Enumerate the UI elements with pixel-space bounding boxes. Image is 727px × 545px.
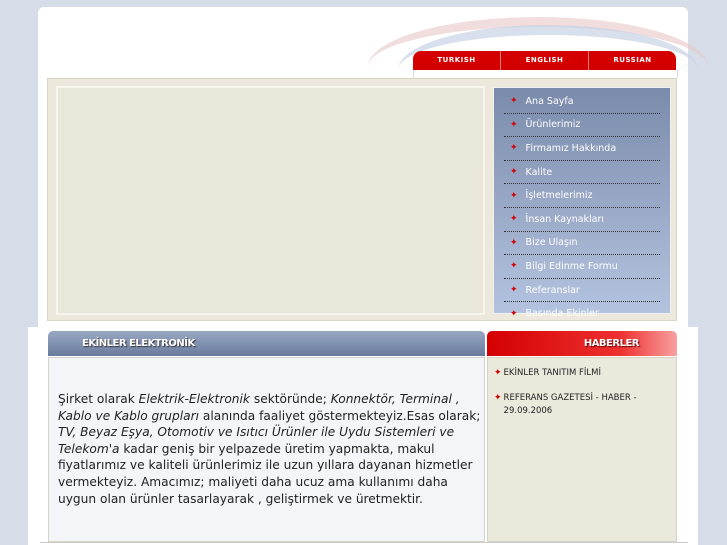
bullet-icon: ✦ <box>494 368 502 378</box>
bullet-icon: ✦ <box>510 261 518 272</box>
bullet-icon: ✦ <box>510 143 518 154</box>
bullet-icon: ✦ <box>510 96 518 107</box>
bullet-icon: ✦ <box>494 393 502 403</box>
menu-item-label: Basında Ekinler <box>525 308 599 320</box>
about-header: EKİNLER ELEKTRONİK <box>48 331 485 356</box>
about-text: Şirket olarak Elektrik-Elektronik sektör… <box>48 357 485 542</box>
tab-english[interactable]: ENGLISH <box>501 51 589 70</box>
tab-turkish[interactable]: TURKISH <box>413 51 501 70</box>
footer-divider <box>40 542 688 543</box>
tab-strip <box>413 70 678 78</box>
news-header: HABERLER <box>487 331 677 356</box>
news-list: ✦ EKİNLER TANITIM FİLMİ ✦ REFERANS GAZETES… <box>487 357 677 542</box>
menu-item[interactable]: ✦ Ürünlerimiz <box>504 114 660 138</box>
bullet-icon: ✦ <box>510 119 518 130</box>
menu-item[interactable]: ✦ Ana Sayfa <box>504 90 660 114</box>
bullet-icon: ✦ <box>510 308 518 319</box>
news-item-label: REFERANS GAZETESİ - HABER - 29.09.2006 <box>503 393 637 416</box>
banner-box: ✦ Ana Sayfa ✦ Ürünlerimiz ✦ Firmamız Hakkında… <box>47 78 677 321</box>
bullet-icon: ✦ <box>510 285 518 296</box>
paragraph-segment: sektöründe; <box>249 392 331 406</box>
tab-russian[interactable]: RUSSIAN <box>589 51 676 70</box>
bullet-icon: ✦ <box>510 214 518 225</box>
menu-item-label: Bilgi Edinme Formu <box>525 260 618 272</box>
menu-item[interactable]: ✦ Bize Ulaşın <box>504 232 660 256</box>
menu-item[interactable]: ✦ Kalite <box>504 161 660 185</box>
menu-item[interactable]: ✦ Bilgi Edinme Formu <box>504 255 660 279</box>
bullet-icon: ✦ <box>510 237 518 248</box>
menu-item-label: Ürünlerimiz <box>525 119 581 131</box>
menu-item-label: Kalite <box>525 166 553 178</box>
paragraph-segment: Elektrik-Elektronik <box>138 392 250 406</box>
menu-item[interactable]: ✦ İşletmelerimiz <box>504 184 660 208</box>
bullet-icon: ✦ <box>510 167 518 178</box>
bullet-icon: ✦ <box>510 190 518 201</box>
menu-item-label: Firmamız Hakkında <box>525 142 617 154</box>
menu-item[interactable]: ✦ Referanslar <box>504 279 660 303</box>
news-item[interactable]: ✦ EKİNLER TANITIM FİLMİ <box>494 367 672 380</box>
news-item[interactable]: ✦ REFERANS GAZETESİ - HABER - 29.09.2006 <box>494 392 672 418</box>
menu-item-label: Bize Ulaşın <box>525 237 578 249</box>
paragraph-segment: Şirket olarak <box>58 392 139 406</box>
menu-item-label: İnsan Kaynakları <box>525 213 605 225</box>
menu-item-label: Referanslar <box>525 284 580 296</box>
main-menu: ✦ Ana Sayfa ✦ Ürünlerimiz ✦ Firmamız Hakkında… <box>493 87 671 319</box>
menu-item[interactable]: ✦ İnsan Kaynakları <box>504 208 660 232</box>
language-tabs: TURKISH ENGLISH RUSSIAN <box>413 51 676 70</box>
menu-item-label: İşletmelerimiz <box>525 190 593 202</box>
menu-item[interactable]: ✦ Firmamız Hakkında <box>504 137 660 161</box>
menu-item[interactable]: ✦ Basında Ekinler <box>504 302 660 325</box>
menu-item-label: Ana Sayfa <box>525 95 574 107</box>
paragraph-segment: alanında faaliyet göstermekteyiz.Esas ol… <box>199 408 481 423</box>
news-item-label: EKİNLER TANITIM FİLMİ <box>503 368 601 378</box>
paragraph-segment: kadar geniş bir yelpazede üretim yapmakt… <box>58 441 473 506</box>
banner-placeholder <box>56 86 485 315</box>
